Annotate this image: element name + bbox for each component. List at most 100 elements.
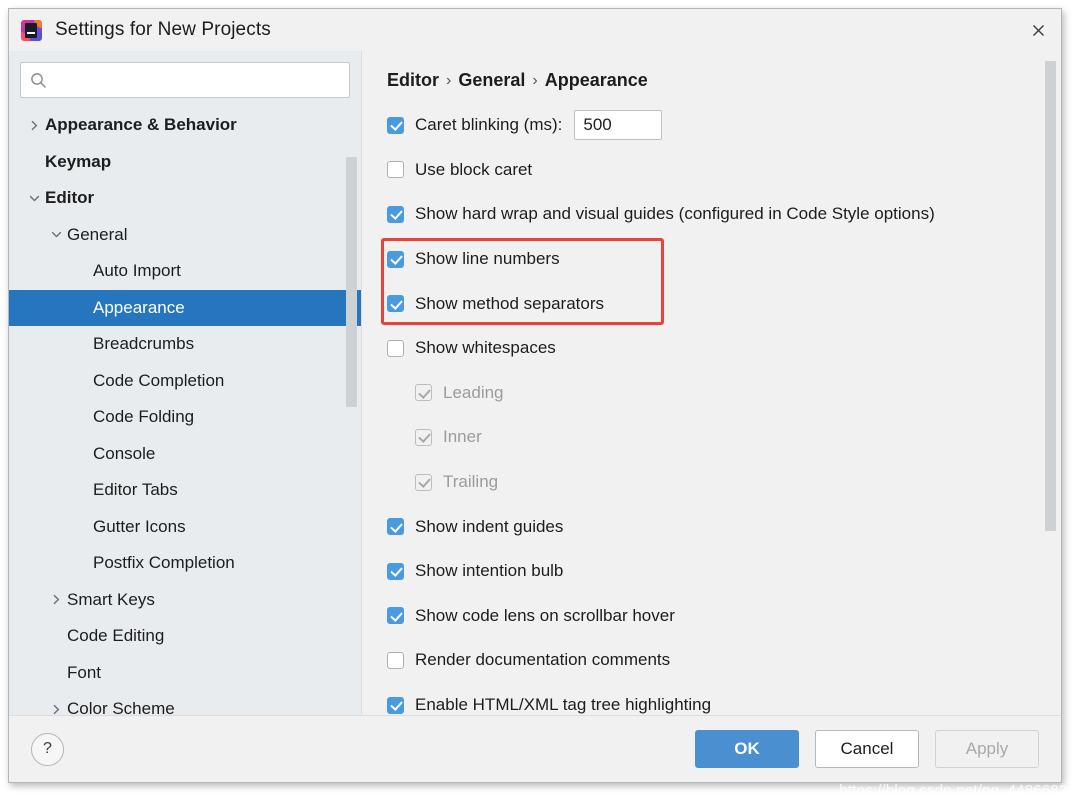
breadcrumb: Editor › General › Appearance — [387, 70, 648, 91]
checkbox-caret-blinking-ms[interactable] — [387, 116, 404, 134]
sidebar-item-label: Editor Tabs — [93, 480, 178, 500]
chevron-right-icon[interactable] — [45, 704, 67, 715]
watermark: https://blog.csdn.net/qq_44866828 — [839, 782, 1076, 799]
sidebar-item-label: Appearance & Behavior — [45, 115, 237, 135]
sidebar-item-label: Postfix Completion — [93, 553, 235, 573]
title-bar: Settings for New Projects — [9, 9, 1061, 51]
search-container — [9, 51, 361, 98]
settings-tree: Appearance & Behavior Keymap Editor General… — [9, 107, 361, 715]
checkbox-show-hard-wrap-and-visual-guides-configured-in-code-style-options[interactable] — [387, 205, 404, 223]
content-scrollbar-thumb[interactable] — [1045, 61, 1056, 531]
sidebar-item-general[interactable]: General — [9, 217, 361, 254]
option-label: Use block caret — [415, 159, 533, 179]
help-button[interactable]: ? — [31, 732, 64, 766]
chevron-down-icon[interactable] — [23, 193, 45, 204]
sidebar-item-appearance-behavior[interactable]: Appearance & Behavior — [9, 107, 361, 144]
sidebar-item-smart-keys[interactable]: Smart Keys — [9, 582, 361, 619]
chevron-right-icon[interactable] — [45, 594, 67, 605]
settings-dialog: Settings for New Projects Appearance & B… — [8, 8, 1062, 783]
sidebar-item-label: Code Folding — [93, 407, 195, 427]
sidebar-item-code-folding[interactable]: Code Folding — [9, 399, 361, 436]
checkbox-use-block-caret[interactable] — [387, 161, 404, 179]
sidebar-item-editor[interactable]: Editor — [9, 180, 361, 217]
cancel-button[interactable]: Cancel — [815, 730, 919, 768]
sidebar-item-label: Console — [93, 443, 156, 463]
breadcrumb-part[interactable]: General — [458, 70, 525, 91]
option-label: Show line numbers — [415, 249, 560, 269]
chevron-down-icon[interactable] — [45, 229, 67, 240]
sidebar-scrollbar-thumb[interactable] — [346, 157, 357, 407]
ok-button[interactable]: OK — [695, 730, 799, 768]
breadcrumb-part[interactable]: Editor — [387, 70, 439, 91]
close-button[interactable] — [1015, 9, 1061, 51]
sidebar-item-console[interactable]: Console — [9, 436, 361, 473]
option-row: Caret blinking (ms): — [387, 103, 1061, 148]
sidebar-item-label: Code Editing — [67, 626, 165, 646]
sidebar-item-gutter-icons[interactable]: Gutter Icons — [9, 509, 361, 546]
option-row: Show line numbers — [387, 237, 1061, 282]
sidebar-item-breadcrumbs[interactable]: Breadcrumbs — [9, 326, 361, 363]
sidebar-item-keymap[interactable]: Keymap — [9, 144, 361, 181]
checkbox-show-intention-bulb[interactable] — [387, 562, 404, 580]
intellij-idea-logo-icon — [21, 19, 42, 41]
sidebar-item-code-editing[interactable]: Code Editing — [9, 618, 361, 655]
caret-blinking-input[interactable] — [574, 110, 663, 141]
option-label: Show whitespaces — [415, 338, 556, 358]
sidebar-item-label: General — [67, 224, 128, 244]
sidebar-item-label: Keymap — [45, 151, 112, 171]
option-row: Show method separators — [387, 281, 1061, 326]
option-row: Leading — [387, 371, 1061, 416]
sidebar-item-label: Auto Import — [93, 261, 181, 281]
search-box[interactable] — [20, 62, 350, 98]
sidebar-item-auto-import[interactable]: Auto Import — [9, 253, 361, 290]
sidebar-item-label: Code Completion — [93, 370, 225, 390]
apply-button: Apply — [935, 730, 1039, 768]
breadcrumb-separator: › — [532, 71, 538, 89]
sidebar-item-label: Font — [67, 662, 102, 682]
option-label: Leading — [443, 382, 504, 402]
footer-buttons: OK Cancel Apply — [695, 730, 1039, 768]
option-label: Enable HTML/XML tag tree highlighting — [415, 695, 712, 715]
option-label: Trailing — [443, 472, 499, 492]
checkbox-render-documentation-comments[interactable] — [387, 651, 404, 669]
sidebar-item-label: Breadcrumbs — [93, 334, 195, 354]
breadcrumb-part: Appearance — [544, 70, 648, 90]
sidebar-item-label: Gutter Icons — [93, 516, 186, 536]
option-row: Show whitespaces — [387, 326, 1061, 371]
search-input[interactable] — [55, 70, 340, 90]
checkbox-show-method-separators[interactable] — [387, 295, 404, 313]
sidebar-item-label: Editor — [45, 188, 95, 208]
help-icon: ? — [43, 740, 52, 757]
sidebar-item-postfix-completion[interactable]: Postfix Completion — [9, 545, 361, 582]
sidebar-item-editor-tabs[interactable]: Editor Tabs — [9, 472, 361, 509]
option-label: Show code lens on scrollbar hover — [415, 605, 675, 625]
checkbox-show-indent-guides[interactable] — [387, 518, 404, 536]
sidebar-item-label: Smart Keys — [67, 589, 155, 609]
checkbox-leading — [415, 384, 432, 402]
option-label: Show method separators — [415, 293, 604, 313]
screenshot-root: Settings for New Projects Appearance & B… — [0, 0, 1080, 801]
sidebar-item-label: Color Scheme — [67, 699, 175, 715]
option-row: Show indent guides — [387, 504, 1061, 549]
sidebar-item-font[interactable]: Font — [9, 655, 361, 692]
dialog-footer: ? OK Cancel Apply — [9, 715, 1061, 782]
sidebar-item-color-scheme[interactable]: Color Scheme — [9, 691, 361, 715]
sidebar-scrollbar-track[interactable] — [346, 157, 357, 715]
option-row: Show code lens on scrollbar hover — [387, 594, 1061, 639]
content-scrollbar-track[interactable] — [1045, 61, 1056, 715]
option-row: Show hard wrap and visual guides (config… — [387, 192, 1061, 237]
chevron-right-icon[interactable] — [23, 120, 45, 131]
option-row: Render documentation comments — [387, 638, 1061, 683]
option-row: Inner — [387, 415, 1061, 460]
sidebar-item-appearance[interactable]: Appearance — [9, 289, 361, 326]
option-label: Caret blinking (ms): — [415, 115, 563, 135]
checkbox-enable-html-xml-tag-tree-highlighting[interactable] — [387, 696, 404, 714]
checkbox-show-whitespaces[interactable] — [387, 339, 404, 357]
close-icon — [1032, 24, 1044, 36]
option-row: Show intention bulb — [387, 549, 1061, 594]
checkbox-show-code-lens-on-scrollbar-hover[interactable] — [387, 607, 404, 625]
settings-content: Editor › General › Appearance Caret blinking… — [361, 51, 1061, 715]
checkbox-show-line-numbers[interactable] — [387, 250, 404, 268]
window-title: Settings for New Projects — [55, 19, 271, 40]
sidebar-item-code-completion[interactable]: Code Completion — [9, 363, 361, 400]
